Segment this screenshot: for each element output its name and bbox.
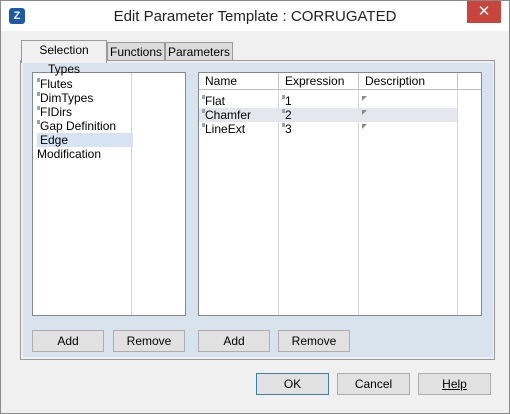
tab-parameters[interactable]: Parameters	[165, 42, 233, 62]
help-button[interactable]: Help	[418, 373, 491, 395]
cell-name[interactable]: Chamfer	[205, 108, 251, 122]
selection-types-list[interactable]: Flutes DimTypes FIDirs Gap Definition Ed…	[32, 72, 186, 316]
cell-name[interactable]: Flat	[205, 94, 225, 108]
table-row[interactable]: Chamfer 2	[199, 108, 457, 122]
list-item[interactable]: FIDirs	[37, 105, 133, 119]
list-item[interactable]: DimTypes	[37, 91, 133, 105]
tab-selection-types[interactable]: Selection Types	[21, 40, 107, 76]
title-bar: Z Edit Parameter Template : CORRUGATED ✕	[1, 1, 509, 31]
close-button[interactable]: ✕	[467, 1, 501, 23]
table-row[interactable]: LineExt 3	[199, 122, 457, 136]
table-row[interactable]: Flat 1	[199, 94, 457, 108]
window-title: Edit Parameter Template : CORRUGATED	[113, 8, 397, 25]
edit-marker-icon	[362, 124, 367, 129]
cell-expression[interactable]: 3	[285, 122, 292, 136]
cell-description[interactable]	[362, 108, 452, 122]
cell-description[interactable]	[362, 122, 452, 136]
grid-header: Name Expression Description	[199, 73, 481, 90]
list-item[interactable]: Flutes	[37, 77, 133, 91]
column-header-name[interactable]: Name	[199, 73, 279, 89]
cancel-button[interactable]: Cancel	[337, 373, 410, 395]
edit-marker-icon	[362, 96, 367, 101]
cell-description[interactable]	[362, 94, 452, 108]
selection-add-button[interactable]: Add	[32, 330, 104, 352]
cell-expression[interactable]: 2	[285, 108, 292, 122]
parameters-grid[interactable]: Name Expression Description Flat 1 Chamf…	[198, 72, 482, 316]
ok-button[interactable]: OK	[256, 373, 329, 395]
cell-expression[interactable]: 1	[285, 94, 292, 108]
parameter-add-button[interactable]: Add	[198, 330, 270, 352]
parameter-remove-button[interactable]: Remove	[278, 330, 350, 352]
tab-functions[interactable]: Functions	[107, 42, 165, 62]
list-item[interactable]: Gap Definition	[37, 119, 133, 133]
column-header-description[interactable]: Description	[359, 73, 458, 89]
list-item-selected[interactable]: Edge Modification	[37, 133, 133, 161]
selection-remove-button[interactable]: Remove	[113, 330, 185, 352]
edit-marker-icon	[362, 110, 367, 115]
column-divider	[457, 89, 458, 315]
cell-name[interactable]: LineExt	[205, 122, 245, 136]
column-header-expression[interactable]: Expression	[279, 73, 359, 89]
